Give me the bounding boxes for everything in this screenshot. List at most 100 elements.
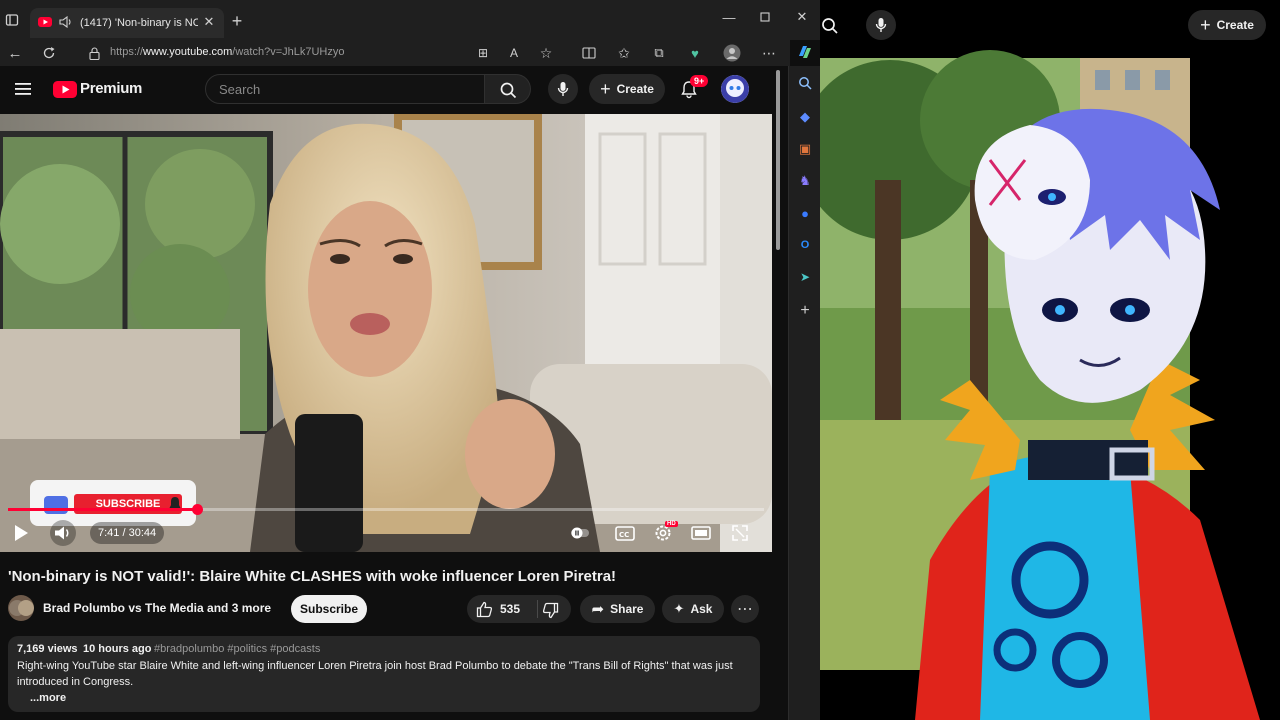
outlook-icon[interactable]: O <box>796 236 814 254</box>
profile-avatar-icon[interactable] <box>722 43 742 63</box>
captions-icon[interactable]: CC <box>614 524 636 542</box>
favorite-star-icon[interactable]: ☆ <box>537 44 555 62</box>
youtube-favicon-icon <box>38 16 52 28</box>
browser-window: (1417) 'Non-binary is NOT v ✕ + — ✕ ← ht… <box>0 0 820 720</box>
more-actions-icon[interactable]: ⋯ <box>731 595 759 623</box>
create-label: Create <box>616 82 654 96</box>
like-count: 535 <box>500 602 521 616</box>
play-icon[interactable] <box>10 522 32 544</box>
tab-title: (1417) 'Non-binary is NOT v <box>80 17 198 29</box>
back-arrow-icon[interactable]: ← <box>6 44 24 62</box>
search-input[interactable]: Search <box>205 74 485 104</box>
minimize-icon[interactable]: — <box>720 8 738 26</box>
like-button-icon[interactable] <box>475 600 493 618</box>
voice-search-mic-icon[interactable] <box>548 74 578 104</box>
youtube-premium-label[interactable]: Premium <box>80 80 142 97</box>
browser-essentials-icon[interactable]: ♥ <box>686 44 704 62</box>
plus-icon-secondary: + <box>1200 14 1211 35</box>
like-dislike-group: 535 <box>467 595 571 623</box>
address-field[interactable]: https://www.youtube.com/watch?v=JhLk7UHz… <box>80 41 470 65</box>
time-total: 30:44 <box>128 527 157 539</box>
theater-mode-icon[interactable] <box>690 524 712 542</box>
description-line-1: Right-wing YouTube star Blaire White and… <box>17 660 733 672</box>
create-button-secondary[interactable]: + Create <box>1188 10 1266 40</box>
scrollbar-thumb[interactable] <box>776 70 780 250</box>
settings-gear-icon[interactable]: HD <box>652 521 678 544</box>
shopping-tag-icon[interactable]: ◆ <box>796 108 814 126</box>
hashtags[interactable]: #bradpolumbo #politics #podcasts <box>154 643 320 655</box>
url-host: www.youtube.com <box>143 46 233 58</box>
tab-actions-icon[interactable] <box>4 12 20 28</box>
video-player[interactable]: SUBSCRIBE 7:41 / 30:44 CC HD <box>0 114 772 552</box>
like-divider <box>537 600 538 618</box>
address-toolbar: ← https://www.youtube.com/watch?v=JhLk7U… <box>0 40 790 66</box>
youtube-logo-icon[interactable] <box>52 80 78 98</box>
progress-scrubber[interactable] <box>192 504 203 515</box>
share-button[interactable]: ➦ Share <box>580 595 655 623</box>
page-scrollbar[interactable] <box>774 70 782 720</box>
speaker-icon[interactable] <box>58 15 74 29</box>
copilot-icon[interactable] <box>795 42 815 62</box>
hamburger-menu-icon[interactable] <box>14 80 34 98</box>
split-screen-icon[interactable] <box>580 44 598 62</box>
tab-bar: (1417) 'Non-binary is NOT v ✕ + — ✕ <box>0 0 820 40</box>
channel-avatar[interactable] <box>721 75 749 103</box>
collections-icon[interactable]: ⧉ <box>650 44 668 62</box>
description-box[interactable]: 7,169 views 10 hours ago #bradpolumbo #p… <box>8 636 760 712</box>
description-more-link[interactable]: ...more <box>30 692 66 704</box>
create-button[interactable]: + Create <box>589 74 665 104</box>
new-tab-icon[interactable]: + <box>228 11 246 31</box>
channel-avatars[interactable] <box>8 595 34 621</box>
favorites-icon[interactable]: ✩ <box>615 44 633 62</box>
settings-more-icon[interactable]: ⋯ <box>760 44 778 62</box>
url-path: /watch?v=JhLk7UHzyo <box>232 46 345 58</box>
sparkle-icon: ✦ <box>673 601 685 616</box>
channel-name[interactable]: Brad Polumbo vs The Media and 3 more <box>43 601 271 615</box>
refresh-icon[interactable] <box>40 44 58 62</box>
lock-icon <box>88 46 100 60</box>
dislike-button-icon[interactable] <box>541 601 559 619</box>
volume-icon[interactable] <box>50 520 76 546</box>
time-current: 7:41 <box>98 527 120 539</box>
upload-age: 10 hours ago <box>83 643 152 655</box>
stream-overlay-panel: + Create <box>820 0 1280 720</box>
read-aloud-icon[interactable]: A <box>505 44 523 62</box>
time-display: 7:41 / 30:44 <box>90 522 165 544</box>
add-sidebar-app-icon[interactable]: + <box>796 302 814 320</box>
video-title: 'Non-binary is NOT valid!': Blaire White… <box>8 568 617 585</box>
search-placeholder: Search <box>219 82 261 97</box>
time-separator: / <box>119 527 129 539</box>
search-sidebar-icon[interactable] <box>796 74 814 92</box>
description-line-2: introduced in Congress. <box>17 676 134 688</box>
app-available-icon[interactable]: ⊞ <box>474 44 492 62</box>
progress-track[interactable] <box>8 504 764 515</box>
maximize-icon[interactable] <box>756 8 774 26</box>
svg-text:CC: CC <box>619 531 629 539</box>
window-close-icon[interactable]: ✕ <box>793 8 811 26</box>
overlay-subscribe-button[interactable]: SUBSCRIBE <box>74 494 182 514</box>
search-icon <box>499 81 517 99</box>
search-icon-secondary[interactable] <box>820 14 842 38</box>
active-tab[interactable]: (1417) 'Non-binary is NOT v ✕ <box>30 8 224 38</box>
drop-send-icon[interactable]: ➤ <box>796 268 814 286</box>
subscribe-button[interactable]: Subscribe <box>291 595 367 623</box>
share-label: Share <box>610 602 644 616</box>
share-icon: ➦ <box>591 601 605 618</box>
fullscreen-icon[interactable] <box>730 524 750 542</box>
tab-close-icon[interactable]: ✕ <box>202 14 216 29</box>
hd-badge-icon: HD <box>665 521 678 527</box>
subscribe-overlay[interactable]: SUBSCRIBE <box>30 480 196 526</box>
games-icon[interactable]: ♞ <box>796 172 814 190</box>
tools-briefcase-icon[interactable]: ▣ <box>796 140 814 158</box>
autoplay-toggle-icon[interactable] <box>570 524 590 542</box>
create-label-secondary: Create <box>1216 18 1254 32</box>
vtuber-scene <box>820 0 1280 720</box>
youtube-header: Premium Search + Create 9+ <box>0 66 786 114</box>
search-button[interactable] <box>485 74 531 104</box>
progress-fill <box>8 508 197 511</box>
url-prefix: https:// <box>110 46 144 58</box>
ask-button[interactable]: ✦ Ask <box>662 595 724 623</box>
ask-label: Ask <box>690 602 713 616</box>
voice-search-mic-icon-secondary[interactable] <box>866 10 896 40</box>
microsoft-365-icon[interactable]: ● <box>796 204 814 222</box>
